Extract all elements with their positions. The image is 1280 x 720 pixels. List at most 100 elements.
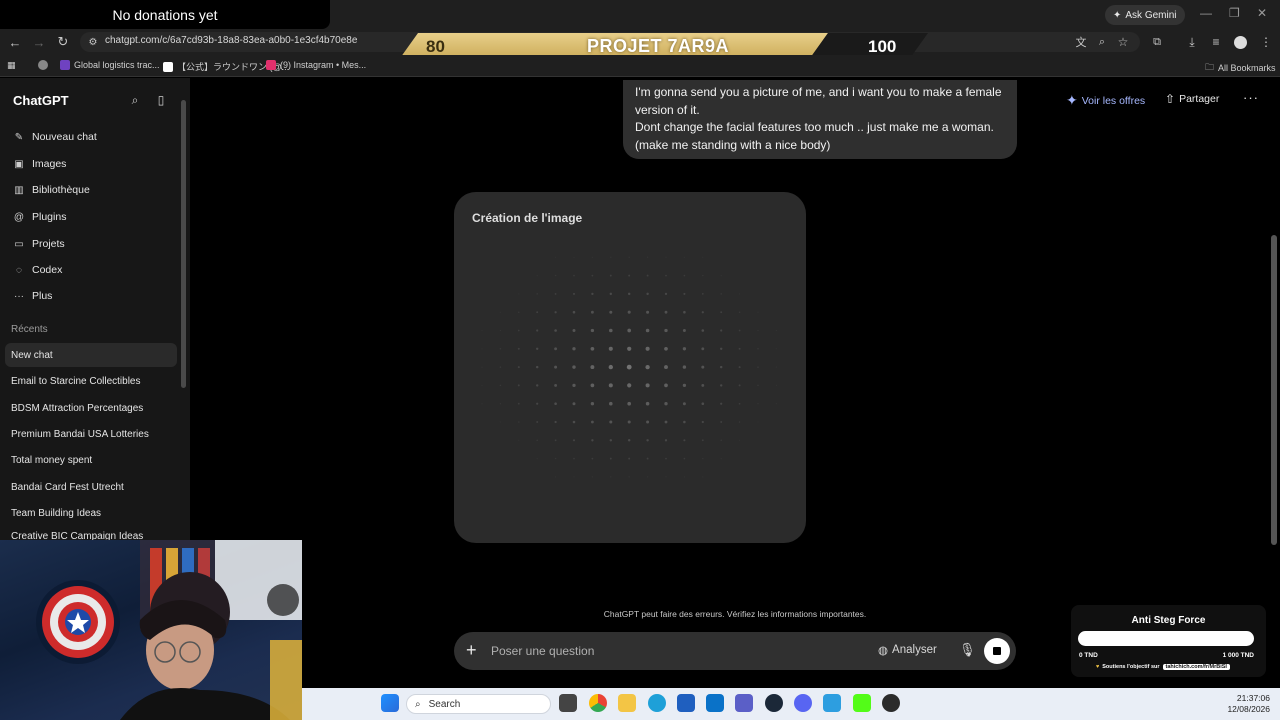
bookmark-item[interactable]: (9) Instagram • Mes... (266, 60, 366, 70)
loading-dot (517, 402, 520, 405)
recent-chat-item[interactable]: Bandai Card Fest Utrecht (5, 475, 177, 499)
taskbar-search[interactable]: ⌕ Search (406, 694, 551, 714)
sidebar-item-images[interactable]: ▣ Images (5, 152, 177, 176)
view-offers-button[interactable]: ✦ Voir les offres (1066, 92, 1145, 109)
extensions-icon[interactable]: ⧉ (1148, 33, 1166, 51)
loading-dot (683, 457, 686, 460)
store-icon[interactable] (677, 694, 695, 712)
sidebar-scrollbar[interactable] (181, 100, 186, 388)
loading-dot (757, 421, 759, 423)
loading-dot (738, 311, 741, 313)
share-button[interactable]: ⇧ Partager (1165, 92, 1219, 106)
recent-chat-item[interactable]: Team Building Ideas (5, 501, 177, 525)
analyse-button[interactable]: ◍ Analyser (878, 643, 937, 657)
chrome-icon[interactable] (589, 694, 607, 712)
minimize-icon[interactable]: — (1200, 6, 1212, 20)
loading-dot (720, 421, 723, 423)
sidebar-item-codex[interactable]: ◌ Codex (5, 258, 177, 282)
more-options-icon[interactable]: ··· (1243, 90, 1259, 105)
recent-chat-item[interactable]: Total money spent (5, 448, 177, 472)
loading-dot (572, 439, 576, 442)
photos-icon[interactable] (823, 694, 841, 712)
star-icon[interactable]: ☆ (1114, 33, 1132, 51)
steam-icon[interactable] (765, 694, 783, 712)
loading-dot (757, 311, 759, 313)
loading-dot (665, 476, 667, 478)
all-bookmarks-label: All Bookmarks (1218, 63, 1276, 73)
view-offers-label: Voir les offres (1081, 94, 1146, 107)
back-icon[interactable]: ← (6, 33, 24, 51)
taskbar-clock[interactable]: 21:37:06 12/08/2026 (1222, 693, 1270, 715)
sidebar-item-new-chat[interactable]: ✎ Nouveau chat (5, 125, 177, 149)
menu-icon[interactable]: ⋮ (1257, 33, 1275, 51)
app-title: ChatGPT (13, 93, 69, 108)
loading-dot (701, 383, 705, 387)
message-line: I'm gonna send you a picture of me, and … (635, 85, 1002, 99)
teams-icon[interactable] (735, 694, 753, 712)
loading-dot (646, 310, 650, 314)
kick-icon[interactable] (853, 694, 871, 712)
loading-dot (536, 311, 539, 314)
sidebar-item-label: Plus (32, 290, 53, 302)
loading-dot (481, 366, 483, 368)
image-generation-card: Création de l'image (454, 192, 806, 543)
loading-dot (517, 329, 520, 332)
outlook-icon[interactable] (706, 694, 724, 712)
search-icon[interactable]: ⌕ (127, 92, 143, 108)
recent-chat-item[interactable]: New chat (5, 343, 177, 367)
sidebar-toggle-icon[interactable]: ▯ (153, 92, 169, 108)
stop-generation-button[interactable] (984, 638, 1010, 664)
loading-dot (720, 347, 723, 350)
sidebar-item-library[interactable]: ▥ Bibliothèque (5, 178, 177, 202)
tab-search-icon[interactable]: ≡ (1207, 33, 1225, 51)
loading-dot (683, 292, 686, 295)
sidebar-item-plugins[interactable]: @ Plugins (5, 205, 177, 229)
profile-avatar[interactable] (1231, 33, 1249, 51)
loading-dot (481, 384, 483, 386)
recent-chat-item[interactable]: BDSM Attraction Percentages (5, 396, 177, 420)
reload-icon[interactable]: ↻ (54, 33, 72, 51)
discord-icon[interactable] (794, 694, 812, 712)
mic-icon[interactable]: 🎙 (959, 642, 976, 658)
ask-gemini-button[interactable]: ✦ Ask Gemini (1105, 5, 1185, 25)
loading-dot (757, 384, 759, 387)
close-icon[interactable]: ✕ (1257, 6, 1267, 20)
task-view-icon[interactable] (559, 694, 577, 712)
apps-icon[interactable]: ▦ (7, 60, 16, 71)
favicon-icon (60, 60, 70, 70)
edge-icon[interactable] (648, 694, 666, 712)
sparkle-icon: ✦ (1066, 92, 1078, 108)
site-info-icon[interactable]: ⚙ (84, 33, 102, 51)
loading-dot (645, 401, 650, 406)
recent-chat-item[interactable]: Premium Bandai USA Lotteries (5, 422, 177, 446)
loading-dot (499, 311, 501, 313)
sidebar-item-projects[interactable]: ▭ Projets (5, 232, 177, 256)
recent-chat-item[interactable]: Email to Starcine Collectibles (5, 369, 177, 393)
windows-start-icon[interactable] (381, 694, 399, 712)
prompt-input[interactable] (491, 641, 851, 661)
loading-dot (775, 403, 777, 405)
loading-dot (609, 328, 613, 333)
loading-dot (664, 402, 668, 406)
url-text[interactable]: chatgpt.com/c/6a7cd93b-18a8-83ea-a0b0-1e… (105, 35, 357, 46)
all-bookmarks[interactable]: 🗀 All Bookmarks (1205, 60, 1276, 76)
file-explorer-icon[interactable] (618, 694, 636, 712)
sidebar-item-more[interactable]: ··· Plus (5, 284, 177, 308)
loading-dot (646, 457, 649, 460)
main-scrollbar[interactable] (1271, 235, 1277, 545)
message-line: Dont change the facial features too much… (635, 120, 994, 134)
bookmark-item[interactable]: Global logistics trac... (60, 60, 160, 70)
loading-dot (720, 275, 722, 277)
bookmark-chrome-icon[interactable] (38, 60, 48, 70)
zoom-icon[interactable]: ⌕ (1093, 33, 1111, 51)
loading-dot (610, 476, 612, 478)
loading-dot (609, 401, 613, 406)
loading-dot (646, 292, 649, 296)
translate-icon[interactable]: 文 (1072, 33, 1090, 51)
media-player-icon[interactable] (882, 694, 900, 712)
plus-icon[interactable]: + (466, 640, 477, 661)
download-icon[interactable]: ⤓ (1183, 33, 1201, 51)
restore-icon[interactable]: ❐ (1229, 6, 1240, 20)
folder-icon: ▭ (14, 238, 24, 250)
forward-icon[interactable]: → (30, 33, 48, 51)
